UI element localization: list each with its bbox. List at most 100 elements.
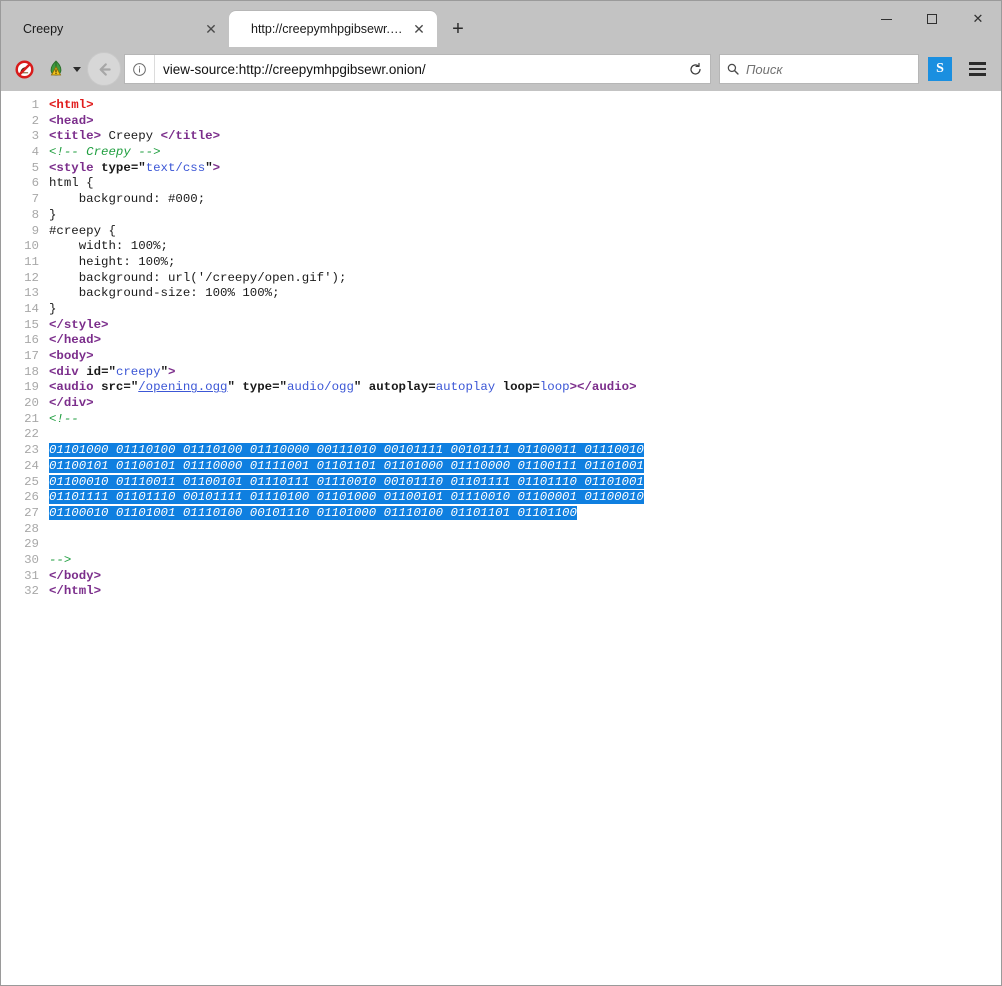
source-line: 11 height: 100%;: [1, 255, 1001, 271]
selected-binary-text[interactable]: 01101000 01110100 01110100 01110000 0011…: [49, 443, 644, 457]
source-line-text[interactable]: <html>: [39, 98, 94, 112]
source-line-text[interactable]: </div>: [39, 396, 94, 410]
source-line-text[interactable]: #creepy {: [39, 224, 116, 238]
line-number: 22: [1, 427, 39, 443]
source-line-text[interactable]: [39, 522, 49, 536]
line-number: 8: [1, 208, 39, 224]
line-number: 4: [1, 145, 39, 161]
selected-binary-text[interactable]: 01100101 01100101 01110000 01111001 0110…: [49, 459, 644, 473]
source-line-text[interactable]: <body>: [39, 349, 94, 363]
selected-binary-text[interactable]: 01101111 01101110 00101111 01110100 0110…: [49, 490, 644, 504]
tor-status-button[interactable]: [42, 55, 81, 83]
url-input[interactable]: view-source:http://creepymhpgibsewr.onio…: [155, 62, 680, 77]
menu-bar-3: [969, 73, 986, 76]
source-line: 31</body>: [1, 569, 1001, 585]
line-number: 19: [1, 380, 39, 396]
source-line: 22: [1, 427, 1001, 443]
source-line: 2401100101 01100101 01110000 01111001 01…: [1, 459, 1001, 475]
tab-creepy-onion[interactable]: http://creepymhpgibsewr.oni... ✕: [229, 11, 437, 47]
line-number: 7: [1, 192, 39, 208]
line-number: 31: [1, 569, 39, 585]
source-line: 28: [1, 522, 1001, 538]
source-line: 15</style>: [1, 318, 1001, 334]
url-bar[interactable]: view-source:http://creepymhpgibsewr.onio…: [124, 54, 711, 84]
source-line-text[interactable]: }: [39, 208, 56, 222]
source-line-text[interactable]: background-size: 100% 100%;: [39, 286, 280, 300]
source-line: 18<div id="creepy">: [1, 365, 1001, 381]
source-line: 30-->: [1, 553, 1001, 569]
menu-bar-2: [969, 68, 986, 71]
line-number: 15: [1, 318, 39, 334]
view-source-content[interactable]: 1<html>2<head>3<title> Creepy </title>4<…: [1, 91, 1001, 985]
line-number: 26: [1, 490, 39, 506]
source-line: 2501100010 01110011 01100101 01110111 01…: [1, 475, 1001, 491]
selected-binary-text[interactable]: 01100010 01101001 01110100 00101110 0110…: [49, 506, 577, 520]
line-number: 14: [1, 302, 39, 318]
source-line: 7 background: #000;: [1, 192, 1001, 208]
line-number: 1: [1, 98, 39, 114]
source-line-text[interactable]: <title> Creepy </title>: [39, 129, 220, 143]
line-number: 32: [1, 584, 39, 600]
identity-info-button[interactable]: [125, 55, 155, 83]
source-line-text[interactable]: 01101000 01110100 01110100 01110000 0011…: [39, 443, 644, 457]
noscript-icon[interactable]: [10, 55, 38, 83]
minimize-button[interactable]: [863, 1, 909, 37]
search-bar[interactable]: Поиск: [719, 54, 919, 84]
source-line-text[interactable]: <!--: [39, 412, 79, 426]
source-line: 17<body>: [1, 349, 1001, 365]
source-line-text[interactable]: [39, 537, 49, 551]
source-line-text[interactable]: </html>: [39, 584, 101, 598]
line-number: 23: [1, 443, 39, 459]
source-line-text[interactable]: -->: [39, 553, 71, 567]
source-line-text[interactable]: 01101111 01101110 00101111 01110100 0110…: [39, 490, 644, 504]
reload-button[interactable]: [680, 55, 710, 83]
selected-binary-text[interactable]: 01100010 01110011 01100101 01110111 0111…: [49, 475, 644, 489]
source-line-text[interactable]: </head>: [39, 333, 101, 347]
source-line-text[interactable]: <div id="creepy">: [39, 365, 175, 379]
source-line: 9#creepy {: [1, 224, 1001, 240]
source-line-text[interactable]: [39, 427, 49, 441]
close-button[interactable]: ✕: [955, 1, 1001, 37]
source-line-text[interactable]: <!-- Creepy -->: [39, 145, 161, 159]
source-line-text[interactable]: 01100010 01110011 01100101 01110111 0111…: [39, 475, 644, 489]
source-line-text[interactable]: <head>: [39, 114, 94, 128]
source-line-text[interactable]: </style>: [39, 318, 109, 332]
line-number: 13: [1, 286, 39, 302]
hamburger-menu-icon[interactable]: [962, 54, 992, 84]
source-line: 16</head>: [1, 333, 1001, 349]
source-line-text[interactable]: height: 100%;: [39, 255, 175, 269]
search-engine-button[interactable]: S: [928, 57, 952, 81]
line-number: 30: [1, 553, 39, 569]
tab-close-icon[interactable]: ✕: [409, 19, 429, 39]
source-line-text[interactable]: 01100010 01101001 01110100 00101110 0110…: [39, 506, 577, 520]
source-line-text[interactable]: </body>: [39, 569, 101, 583]
source-line-text[interactable]: 01100101 01100101 01110000 01111001 0110…: [39, 459, 644, 473]
source-line: 13 background-size: 100% 100%;: [1, 286, 1001, 302]
tab-close-icon[interactable]: ✕: [201, 19, 221, 39]
source-line: 20</div>: [1, 396, 1001, 412]
maximize-button[interactable]: [909, 1, 955, 37]
tab-creepy[interactable]: Creepy ✕: [1, 11, 229, 47]
source-line-text[interactable]: width: 100%;: [39, 239, 168, 253]
source-line-text[interactable]: background: url('/creepy/open.gif');: [39, 271, 346, 285]
reload-icon: [688, 62, 703, 77]
new-tab-button[interactable]: +: [443, 14, 473, 44]
line-number: 28: [1, 522, 39, 538]
source-code-listing: 1<html>2<head>3<title> Creepy </title>4<…: [1, 98, 1001, 600]
source-line-text[interactable]: <audio src="/opening.ogg" type="audio/og…: [39, 380, 637, 394]
line-number: 3: [1, 129, 39, 145]
line-number: 18: [1, 365, 39, 381]
source-line-text[interactable]: <style type="text/css">: [39, 161, 220, 175]
source-line: 4<!-- Creepy -->: [1, 145, 1001, 161]
line-number: 20: [1, 396, 39, 412]
back-button[interactable]: [87, 52, 121, 86]
line-number: 10: [1, 239, 39, 255]
window-controls: ✕: [863, 1, 1001, 37]
source-line-text[interactable]: html {: [39, 176, 94, 190]
chevron-down-icon: [73, 67, 81, 72]
source-line-text[interactable]: }: [39, 302, 56, 316]
browser-window: Creepy ✕ http://creepymhpgibsewr.oni... …: [0, 0, 1002, 986]
search-input[interactable]: Поиск: [746, 62, 783, 77]
source-line-text[interactable]: background: #000;: [39, 192, 205, 206]
source-line: 6html {: [1, 176, 1001, 192]
